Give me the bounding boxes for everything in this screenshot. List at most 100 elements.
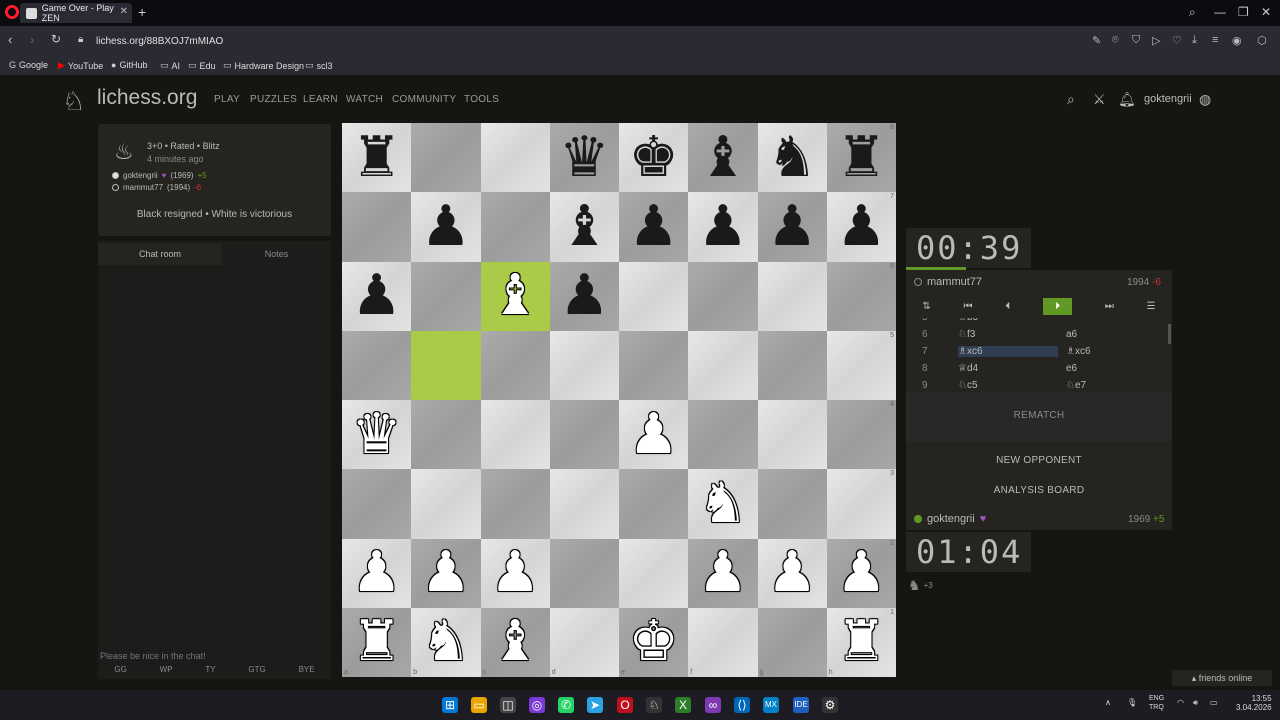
white-rook-icon[interactable]: ♜ — [836, 614, 886, 670]
square-h7[interactable]: ♟ 7 — [826, 192, 896, 262]
square-h6[interactable]: 6 — [826, 261, 896, 331]
square-f4[interactable] — [688, 400, 758, 470]
square-b8[interactable] — [411, 123, 481, 193]
square-c1[interactable]: ♝ c — [480, 607, 550, 677]
square-a2[interactable]: ♟ — [342, 538, 412, 608]
url-field[interactable]: lichess.org/88BXOJ7mMIAO — [96, 36, 223, 47]
lichess-app-icon[interactable]: ♘ — [646, 697, 662, 713]
white-knight-icon[interactable]: ♞ — [698, 475, 748, 532]
search-tabs-icon[interactable]: ⌕ — [1189, 5, 1196, 20]
quick-gg[interactable]: GG — [114, 665, 126, 679]
excel-icon[interactable]: X — [675, 697, 691, 713]
last-move-icon[interactable]: ⏭ — [1105, 301, 1114, 312]
site-logo[interactable]: lichess.org — [97, 86, 197, 110]
first-move-icon[interactable]: ⏮ — [964, 301, 973, 312]
square-g3[interactable] — [757, 469, 827, 539]
chess-board[interactable]: ♜ ♛ ♚ ♝ ♞ ♜ 8 ♟ ♝ ♟ ♟ ♟ ♟ 7 ♟ ♝ ♟ 6 5 ♛ ♟ 4 ♞ 3 ♟ ♟ ♟ ♟ ♟ ♟ 2 ♜ a ♞ b ♝ c d ♚ e… — [342, 123, 896, 677]
download-icon[interactable]: ⤓ — [1192, 34, 1197, 47]
bookmark-hardware-design[interactable]: ▭ Hardware Design — [223, 60, 304, 71]
menu-icon[interactable]: ☰ — [1147, 301, 1156, 312]
square-h4[interactable]: 4 — [826, 400, 896, 470]
edit-icon[interactable]: ✎ — [1092, 34, 1101, 47]
language-indicator[interactable]: ENG TRQ — [1149, 694, 1164, 712]
opera-icon[interactable]: O — [617, 697, 633, 713]
bottom-player[interactable]: goktengrii ♥ — [914, 513, 986, 525]
telegram-icon[interactable]: ➤ — [587, 697, 603, 713]
reload-icon[interactable]: ↻ — [51, 32, 61, 46]
next-move-icon[interactable]: ⏵ — [1043, 297, 1073, 315]
white-bishop-icon[interactable]: ♝ — [490, 614, 540, 670]
square-b2[interactable]: ♟ — [411, 538, 481, 608]
profile-icon[interactable]: ◉ — [1232, 34, 1242, 47]
microphone-icon[interactable]: 🎙︎ — [1127, 698, 1137, 707]
opera-logo-icon[interactable] — [5, 5, 19, 19]
square-g5[interactable] — [757, 330, 827, 400]
square-d5[interactable] — [549, 330, 619, 400]
square-g1[interactable]: g — [757, 607, 827, 677]
camera-icon[interactable]: ⌾ — [1112, 34, 1119, 47]
bookmark-google[interactable]: G Google — [9, 60, 48, 70]
black-knight-icon[interactable]: ♞ — [767, 129, 817, 186]
shield-icon[interactable]: ⛉ — [1132, 34, 1140, 47]
square-f7[interactable]: ♟ — [688, 192, 758, 262]
search-icon[interactable]: ⌕ — [1067, 91, 1075, 108]
square-f2[interactable]: ♟ — [688, 538, 758, 608]
quick-bye[interactable]: BYE — [299, 665, 315, 679]
square-c6[interactable]: ♝ — [480, 261, 550, 331]
white-pawn-icon[interactable]: ♟ — [629, 406, 679, 463]
swords-icon[interactable]: ⚔ — [1093, 91, 1106, 108]
square-c8[interactable] — [480, 123, 550, 193]
tray-chevron-icon[interactable]: ∧ — [1105, 698, 1111, 707]
black-queen-icon[interactable]: ♛ — [559, 129, 609, 186]
square-d1[interactable]: d — [549, 607, 619, 677]
square-f8[interactable]: ♝ — [688, 123, 758, 193]
white-pawn-icon[interactable]: ♟ — [698, 545, 748, 601]
square-e8[interactable]: ♚ — [619, 123, 689, 193]
square-e1[interactable]: ♚ e — [619, 607, 689, 677]
square-b4[interactable] — [411, 400, 481, 470]
new-opponent-button[interactable]: NEW OPPONENT — [906, 455, 1172, 466]
square-e6[interactable] — [619, 261, 689, 331]
square-c7[interactable] — [480, 192, 550, 262]
square-h3[interactable]: 3 — [826, 469, 896, 539]
friends-online-button[interactable]: ▴ friends online — [1172, 670, 1272, 686]
nav-tools[interactable]: TOOLS — [464, 94, 499, 105]
rematch-button[interactable]: REMATCH — [906, 410, 1172, 421]
black-pawn-icon[interactable]: ♟ — [421, 198, 471, 255]
analysis-board-button[interactable]: ANALYSIS BOARD — [906, 485, 1172, 496]
close-window-icon[interactable]: ✕ — [1261, 5, 1271, 19]
square-f6[interactable] — [688, 261, 758, 331]
user-menu[interactable]: goktengrii — [1144, 93, 1192, 105]
nav-puzzles[interactable]: PUZZLES — [250, 94, 297, 105]
square-h5[interactable]: 5 — [826, 330, 896, 400]
square-d7[interactable]: ♝ — [549, 192, 619, 262]
bell-icon[interactable]: 🔔︎ — [1118, 91, 1136, 108]
square-d4[interactable] — [549, 400, 619, 470]
back-icon[interactable]: ‹ — [8, 32, 12, 47]
chat-input[interactable] — [98, 649, 331, 663]
square-a3[interactable] — [342, 469, 412, 539]
minimize-icon[interactable]: — — [1214, 5, 1226, 19]
square-c2[interactable]: ♟ — [480, 538, 550, 608]
black-player-line[interactable]: mammut77 (1994) -6 — [112, 183, 201, 192]
black-pawn-icon[interactable]: ♟ — [698, 198, 748, 255]
square-d6[interactable]: ♟ — [549, 261, 619, 331]
heart-icon[interactable]: ♡ — [1172, 34, 1182, 47]
instagram-icon[interactable]: ◎ — [529, 697, 545, 713]
store-icon[interactable]: ◫ — [500, 697, 516, 713]
move-list[interactable]: 5 ♗b5 6 ♘f3 a6 7 ♗xc6 ♗xc6 8 ♕d4 e6 9 ♘c5 ♘e7 — [906, 318, 1172, 388]
wifi-icon[interactable]: ◠ — [1177, 698, 1184, 707]
black-pawn-icon[interactable]: ♟ — [767, 198, 817, 255]
settings-icon[interactable]: ⚙ — [822, 697, 838, 713]
square-a8[interactable]: ♜ — [342, 123, 412, 193]
bookmark-github[interactable]: ● GitHub — [111, 60, 147, 70]
lichess-logo-icon[interactable]: ♘ — [62, 86, 85, 117]
square-e3[interactable] — [619, 469, 689, 539]
bookmark-youtube[interactable]: ▶ YouTube — [58, 60, 103, 71]
white-pawn-icon[interactable]: ♟ — [421, 545, 471, 601]
black-rook-icon[interactable]: ♜ — [352, 129, 402, 186]
white-pawn-icon[interactable]: ♟ — [836, 545, 886, 601]
white-player-line[interactable]: goktengrii ♥ (1969) +5 — [112, 171, 207, 180]
white-rook-icon[interactable]: ♜ — [352, 614, 402, 670]
visual-studio-icon[interactable]: ∞ — [705, 697, 721, 713]
